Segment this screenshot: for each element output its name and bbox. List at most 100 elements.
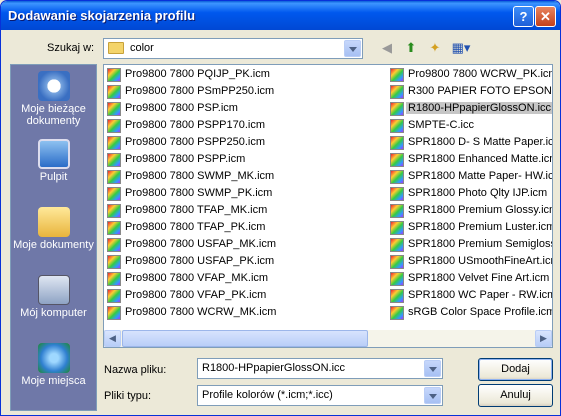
chevron-down-icon[interactable] xyxy=(424,360,441,377)
scrollbar-thumb[interactable] xyxy=(122,330,368,347)
back-icon[interactable]: ◀ xyxy=(377,39,397,57)
filetype-value: Profile kolorów (*.icm;*.icc) xyxy=(202,389,333,401)
filename-value: R1800-HPpapierGlossON.icc xyxy=(202,362,346,374)
filetype-select[interactable]: Profile kolorów (*.icm;*.icc) xyxy=(197,385,443,406)
file-name: sRGB Color Space Profile.icm xyxy=(408,306,553,318)
file-name: SPR1800 Photo Qlty IJP.icm xyxy=(408,187,548,199)
color-profile-icon xyxy=(107,204,121,218)
file-name: SPR1800 Velvet Fine Art.icm xyxy=(408,272,550,284)
horizontal-scrollbar[interactable]: ◀ ▶ xyxy=(104,330,552,347)
color-profile-icon xyxy=(390,272,404,286)
color-profile-icon xyxy=(107,153,121,167)
color-profile-icon xyxy=(390,85,404,99)
file-name: Pro9800 7800 TFAP_MK.icm xyxy=(125,204,268,216)
file-name: SPR1800 USmoothFineArt.icm xyxy=(408,255,553,267)
recent-documents-icon xyxy=(38,71,70,101)
up-folder-icon[interactable]: ⬆ xyxy=(401,39,421,57)
color-profile-icon xyxy=(107,272,121,286)
file-name: Pro9800 7800 PSPP250.icm xyxy=(125,136,266,148)
file-name: Pro9800 7800 VFAP_PK.icm xyxy=(125,289,267,301)
color-profile-icon xyxy=(107,238,121,252)
filename-field[interactable]: R1800-HPpapierGlossON.icc xyxy=(197,358,443,379)
look-in-combo[interactable]: color xyxy=(103,38,363,59)
color-profile-icon xyxy=(390,204,404,218)
filename-label: Nazwa pliku: xyxy=(104,364,167,376)
color-profile-icon xyxy=(107,221,121,235)
color-profile-icon xyxy=(390,221,404,235)
color-profile-icon xyxy=(390,102,404,116)
color-profile-icon xyxy=(390,238,404,252)
place-label: Moje bieżące dokumenty xyxy=(21,103,86,127)
chevron-down-icon[interactable] xyxy=(424,387,441,404)
chevron-down-icon[interactable] xyxy=(344,40,361,57)
look-in-label: Szukaj w: xyxy=(47,42,95,54)
file-name: Pro9800 7800 TFAP_PK.icm xyxy=(125,221,266,233)
window-title: Dodawanie skojarzenia profilu xyxy=(8,8,196,23)
color-profile-icon xyxy=(107,119,121,133)
file-name: SPR1800 Matte Paper- HW.icm xyxy=(408,170,553,182)
color-profile-icon xyxy=(107,136,121,150)
file-name: R300 PAPIER FOTO EPSON.icc xyxy=(408,85,553,97)
file-name: Pro9800 7800 USFAP_MK.icm xyxy=(125,238,277,250)
color-profile-icon xyxy=(107,289,121,303)
file-name: SPR1800 Premium Glossy.icm xyxy=(408,204,553,216)
scroll-left-icon[interactable]: ◀ xyxy=(104,330,121,347)
scroll-right-icon[interactable]: ▶ xyxy=(535,330,552,347)
color-profile-icon xyxy=(107,102,121,116)
color-profile-icon xyxy=(107,85,121,99)
file-name: SPR1800 WC Paper - RW.icm xyxy=(408,289,553,301)
place-label: Moje miejsca xyxy=(21,375,86,387)
color-profile-icon xyxy=(390,119,404,133)
color-profile-icon xyxy=(390,68,404,82)
color-profile-icon xyxy=(107,306,121,320)
color-profile-icon xyxy=(390,136,404,150)
file-name: SPR1800 Enhanced Matte.icm xyxy=(408,153,553,165)
color-profile-icon xyxy=(390,255,404,269)
file-name: Pro9800 7800 PSP.icm xyxy=(125,102,238,114)
color-profile-icon xyxy=(390,170,404,184)
file-name: Pro9800 7800 PQIJP_PK.icm xyxy=(125,68,270,80)
place-recent[interactable]: Moje bieżące dokumenty xyxy=(11,65,96,133)
help-button[interactable]: ? xyxy=(513,6,534,27)
color-profile-icon xyxy=(390,289,404,303)
file-name: Pro9800 7800 VFAP_MK.icm xyxy=(125,272,269,284)
new-folder-icon[interactable]: ✦ xyxy=(425,39,445,57)
file-name: Pro9800 7800 USFAP_PK.icm xyxy=(125,255,275,267)
title-bar[interactable]: Dodawanie skojarzenia profilu ? ✕ xyxy=(1,1,560,30)
place-my-computer[interactable]: Mój komputer xyxy=(11,269,96,337)
places-bar: Moje bieżące dokumenty Pulpit Moje dokum… xyxy=(10,64,97,411)
color-profile-icon xyxy=(107,170,121,184)
place-network[interactable]: Moje miejsca xyxy=(11,337,96,405)
dialog-window: Dodawanie skojarzenia profilu ? ✕ Szukaj… xyxy=(0,0,561,416)
network-places-icon xyxy=(38,343,70,373)
close-button[interactable]: ✕ xyxy=(535,6,556,27)
file-name: SPR1800 D- S Matte Paper.icm xyxy=(408,136,553,148)
file-name: Pro9800 7800 WCRW_PK.icm xyxy=(408,68,553,80)
place-desktop[interactable]: Pulpit xyxy=(11,133,96,201)
file-name: Pro9800 7800 PSPP170.icm xyxy=(125,119,266,131)
color-profile-icon xyxy=(107,187,121,201)
color-profile-icon xyxy=(107,68,121,82)
cancel-button[interactable]: Anuluj xyxy=(478,384,553,407)
file-name: SMPTE-C.icc xyxy=(408,119,474,131)
file-name: SPR1800 Premium Luster.icm xyxy=(408,221,553,233)
place-label: Pulpit xyxy=(39,171,68,183)
desktop-icon xyxy=(38,139,70,169)
add-button[interactable]: Dodaj xyxy=(478,358,553,381)
filetype-label: Pliki typu: xyxy=(104,390,152,402)
file-name: Pro9800 7800 PSmPP250.icm xyxy=(125,85,275,97)
look-in-value: color xyxy=(130,42,154,54)
color-profile-icon xyxy=(390,306,404,320)
file-name: Pro9800 7800 PSPP.icm xyxy=(125,153,246,165)
place-label: Mój komputer xyxy=(20,307,87,319)
file-list[interactable]: Pro9800 7800 PQIJP_PK.icm Pro9800 7800 PS… xyxy=(103,64,553,348)
folder-icon xyxy=(108,42,124,54)
color-profile-icon xyxy=(107,255,121,269)
view-menu-icon[interactable]: ▦▾ xyxy=(449,39,473,57)
place-my-documents[interactable]: Moje dokumenty xyxy=(11,201,96,269)
file-name: Pro9800 7800 SWMP_MK.icm xyxy=(125,170,275,182)
file-name: Pro9800 7800 WCRW_MK.icm xyxy=(125,306,277,318)
my-documents-icon xyxy=(38,207,70,237)
color-profile-icon xyxy=(390,187,404,201)
my-computer-icon xyxy=(38,275,70,305)
